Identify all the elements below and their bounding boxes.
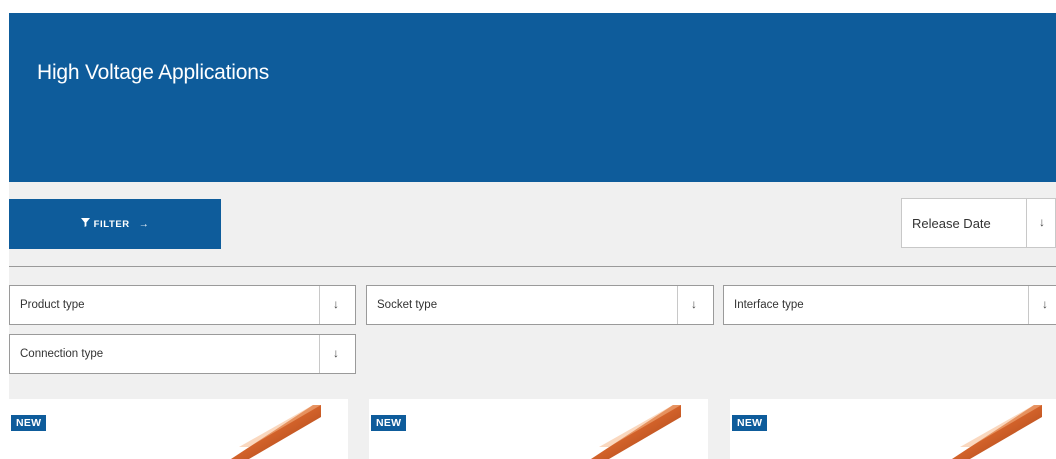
dropdown-label: Product type (20, 299, 85, 311)
chevron-down-icon: ↓ (333, 297, 339, 311)
copper-busbar-image (952, 405, 1042, 459)
new-badge: NEW (732, 415, 768, 431)
page: High Voltage Applications FILTER → Relea… (9, 13, 1056, 459)
sort-select-value: Release Date (912, 216, 991, 231)
funnel-icon (80, 218, 90, 230)
page-title: High Voltage Applications (37, 61, 269, 84)
dropdown-label: Connection type (20, 348, 104, 360)
new-badge: NEW (11, 415, 47, 431)
dropdown-label: Interface type (734, 299, 804, 311)
select-divider (319, 335, 320, 373)
product-card[interactable]: NEW (730, 399, 1056, 459)
chevron-down-icon: ↓ (691, 297, 697, 311)
sort-select[interactable]: Release Date ↓ (901, 198, 1056, 248)
product-card[interactable]: NEW (369, 399, 708, 459)
chevron-down-icon: ↓ (1042, 297, 1048, 311)
copper-busbar-image (231, 405, 321, 459)
filter-button[interactable]: FILTER → (9, 199, 221, 249)
new-badge: NEW (371, 415, 407, 431)
product-type-dropdown[interactable]: Product type ↓ (9, 285, 356, 325)
select-divider (677, 286, 678, 324)
hero-banner: High Voltage Applications (9, 13, 1056, 182)
socket-type-dropdown[interactable]: Socket type ↓ (366, 285, 714, 325)
select-divider (319, 286, 320, 324)
dropdown-label: Socket type (377, 299, 438, 311)
filter-label: FILTER (93, 218, 130, 230)
copper-busbar-image (591, 405, 681, 459)
arrow-right-icon: → (138, 218, 150, 230)
divider (9, 266, 1056, 267)
connection-type-dropdown[interactable]: Connection type ↓ (9, 334, 356, 374)
chevron-down-icon: ↓ (333, 346, 339, 360)
select-divider (1026, 199, 1027, 247)
interface-type-dropdown[interactable]: Interface type ↓ (723, 285, 1056, 325)
select-divider (1028, 286, 1029, 324)
chevron-down-icon: ↓ (1039, 215, 1045, 229)
product-card[interactable]: NEW (9, 399, 348, 459)
